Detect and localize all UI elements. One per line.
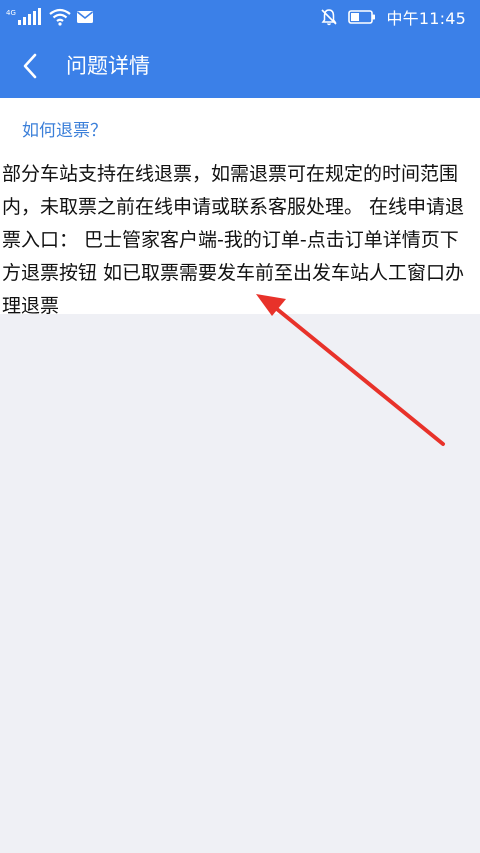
answer-text: 部分车站支持在线退票，如需退票可在规定的时间范围内，未取票之前在线申请或联系客服… xyxy=(2,163,465,317)
title-bar: 问题详情 xyxy=(0,34,480,98)
chevron-left-icon xyxy=(23,53,37,79)
battery-icon xyxy=(348,10,376,24)
status-bar: 4G 中午11:45 xyxy=(0,0,480,34)
page-title: 问题详情 xyxy=(66,54,150,78)
status-time: 中午11:45 xyxy=(386,9,466,28)
mute-icon xyxy=(321,9,338,26)
back-button[interactable] xyxy=(10,46,50,86)
mail-icon xyxy=(77,11,93,23)
network-type-label: 4G xyxy=(6,9,16,17)
question-title: 如何退票？ xyxy=(22,121,107,141)
signal-icon: 4G xyxy=(6,8,41,25)
wifi-icon xyxy=(49,8,71,26)
status-right: 中午11:45 xyxy=(320,5,466,29)
status-left: 4G xyxy=(6,5,94,29)
faq-content: 如何退票？ 部分车站支持在线退票，如需退票可在规定的时间范围内，未取票之前在线申… xyxy=(0,98,480,317)
arrow-shaft xyxy=(270,303,445,446)
